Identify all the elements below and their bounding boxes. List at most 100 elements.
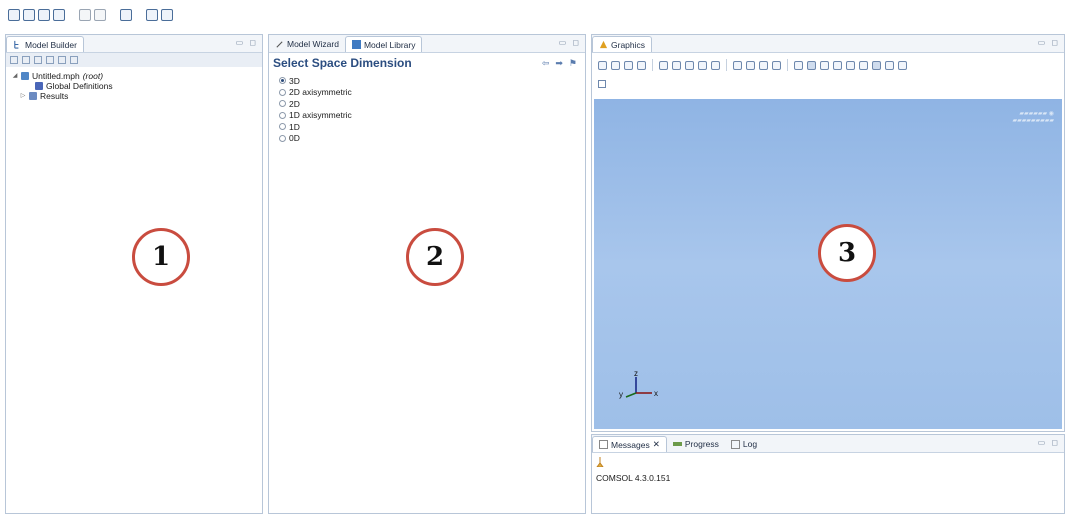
tab-label: Progress [684, 439, 719, 449]
move-up-icon[interactable] [58, 56, 66, 64]
option-1d[interactable]: 1D [279, 121, 585, 133]
wireframe-icon[interactable] [820, 60, 829, 70]
close-icon[interactable]: ✕ [653, 439, 660, 450]
tab-model-library[interactable]: Model Library [344, 36, 423, 52]
documentation-icon[interactable] [161, 9, 173, 21]
radio-button[interactable] [279, 134, 286, 142]
radio-button[interactable] [279, 77, 286, 85]
tab-messages[interactable]: Messages ✕ [592, 436, 667, 452]
tab-label: Model Wizard [287, 39, 339, 49]
rotate-icon[interactable] [598, 60, 607, 70]
new-file-icon[interactable] [8, 9, 20, 21]
axis-label-z: z [634, 369, 638, 378]
log-icon [730, 439, 740, 449]
callout-3: 3 [818, 224, 876, 282]
window-controls[interactable]: ▭ ◻ [559, 38, 581, 47]
open-file-icon[interactable] [23, 9, 35, 21]
option-label: 1D [289, 121, 300, 132]
messages-body: COMSOL 4.3.0.151 [592, 453, 1064, 483]
copy-image-icon[interactable] [885, 60, 894, 70]
view-zx-icon[interactable] [772, 60, 781, 70]
select-edge-icon[interactable] [859, 60, 868, 70]
model-tree: ◢ Untitled.mph (root) Global Definitions… [6, 67, 262, 101]
option-3d[interactable]: 3D [279, 75, 585, 87]
view-yz-icon[interactable] [759, 60, 768, 70]
tree-item-results[interactable]: ▷ Results [12, 91, 262, 101]
option-1d-axisymmetric[interactable]: 1D axisymmetric [279, 110, 585, 122]
option-label: 0D [289, 133, 300, 144]
option-label: 1D axisymmetric [289, 110, 352, 121]
zoom-selected-icon[interactable] [698, 60, 707, 70]
select-domain-icon[interactable] [833, 60, 842, 70]
window-controls[interactable]: ▭ ◻ [1038, 438, 1060, 447]
radio-button[interactable] [279, 88, 286, 96]
zoom-in-icon[interactable] [659, 60, 668, 70]
graphics-icon [599, 40, 608, 49]
option-label: 3D [289, 75, 300, 86]
radio-button[interactable] [279, 100, 286, 108]
tab-model-builder[interactable]: Model Builder [6, 36, 84, 52]
back-arrow-icon[interactable]: ⇦ [542, 58, 550, 69]
camera-icon[interactable] [637, 60, 646, 70]
back-icon[interactable] [10, 56, 18, 64]
select-point-icon[interactable] [872, 60, 881, 70]
next-arrow-icon[interactable]: ➡ [555, 58, 563, 69]
select-boundary-icon[interactable] [846, 60, 855, 70]
zoom-out-icon[interactable] [672, 60, 681, 70]
pan-icon[interactable] [611, 60, 620, 70]
tab-model-wizard[interactable]: Model Wizard [269, 36, 345, 52]
option-label: 2D axisymmetric [289, 87, 352, 98]
scene-light-icon[interactable] [794, 60, 803, 70]
window-controls[interactable]: ▭ ◻ [1038, 38, 1060, 47]
graphics-tabbar: Graphics ▭ ◻ [592, 35, 1064, 53]
transparency-icon[interactable] [807, 60, 816, 70]
callout-1: 1 [132, 228, 190, 286]
tab-progress[interactable]: Progress [667, 436, 725, 452]
axis-label-x: x [654, 389, 658, 398]
refresh-icon[interactable] [624, 60, 633, 70]
option-0d[interactable]: 0D [279, 133, 585, 145]
option-2d-axisymmetric[interactable]: 2D axisymmetric [279, 87, 585, 99]
window-controls[interactable]: ▭ ◻ [236, 38, 258, 47]
tab-log[interactable]: Log [725, 436, 763, 452]
coordinate-axes: z x y [619, 369, 658, 399]
model-builder-icon [14, 40, 19, 49]
model-settings-icon[interactable] [120, 9, 132, 21]
collapse-triangle-icon[interactable]: ▷ [20, 91, 26, 101]
radio-button[interactable] [279, 111, 286, 119]
messages-tabbar: Messages ✕ Progress Log ▭ ◻ [592, 435, 1064, 453]
tree-item-global-definitions[interactable]: Global Definitions [12, 81, 262, 91]
zoom-extents-icon[interactable] [711, 60, 720, 70]
option-2d[interactable]: 2D [279, 98, 585, 110]
graphics-toolbar [592, 53, 1064, 77]
model-builder-subtoolbar [6, 53, 262, 67]
image-snapshot-icon[interactable] [598, 80, 606, 88]
redo-icon[interactable] [94, 9, 106, 21]
model-builder-tabbar: Model Builder ▭ ◻ [6, 35, 262, 53]
space-dimension-options: 3D 2D axisymmetric 2D 1D axisymmetric 1D… [269, 73, 585, 144]
callout-2: 2 [406, 228, 464, 286]
print-image-icon[interactable] [898, 60, 907, 70]
messages-panel: Messages ✕ Progress Log ▭ ◻ COMSOL 4.3.0… [591, 434, 1065, 514]
radio-button[interactable] [279, 123, 286, 131]
main-toolbar [0, 0, 1069, 30]
clear-broom-icon[interactable] [596, 457, 604, 467]
collapse-icon[interactable] [46, 56, 54, 64]
tree-root[interactable]: ◢ Untitled.mph (root) [12, 71, 262, 81]
tree-root-label: Untitled.mph [32, 71, 80, 81]
expand-icon[interactable] [34, 56, 42, 64]
save-icon[interactable] [38, 9, 50, 21]
progress-icon [672, 442, 682, 446]
view-xy-icon[interactable] [746, 60, 755, 70]
finish-flag-icon[interactable]: ⚑ [569, 58, 577, 69]
undo-icon[interactable] [79, 9, 91, 21]
forward-icon[interactable] [22, 56, 30, 64]
view-axis-icon[interactable] [733, 60, 742, 70]
zoom-box-icon[interactable] [685, 60, 694, 70]
expand-triangle-icon[interactable]: ◢ [12, 71, 18, 81]
tab-graphics[interactable]: Graphics [592, 36, 653, 52]
tree-root-suffix: (root) [82, 71, 104, 81]
help-icon[interactable] [146, 9, 158, 21]
move-down-icon[interactable] [70, 56, 78, 64]
print-icon[interactable] [53, 9, 65, 21]
